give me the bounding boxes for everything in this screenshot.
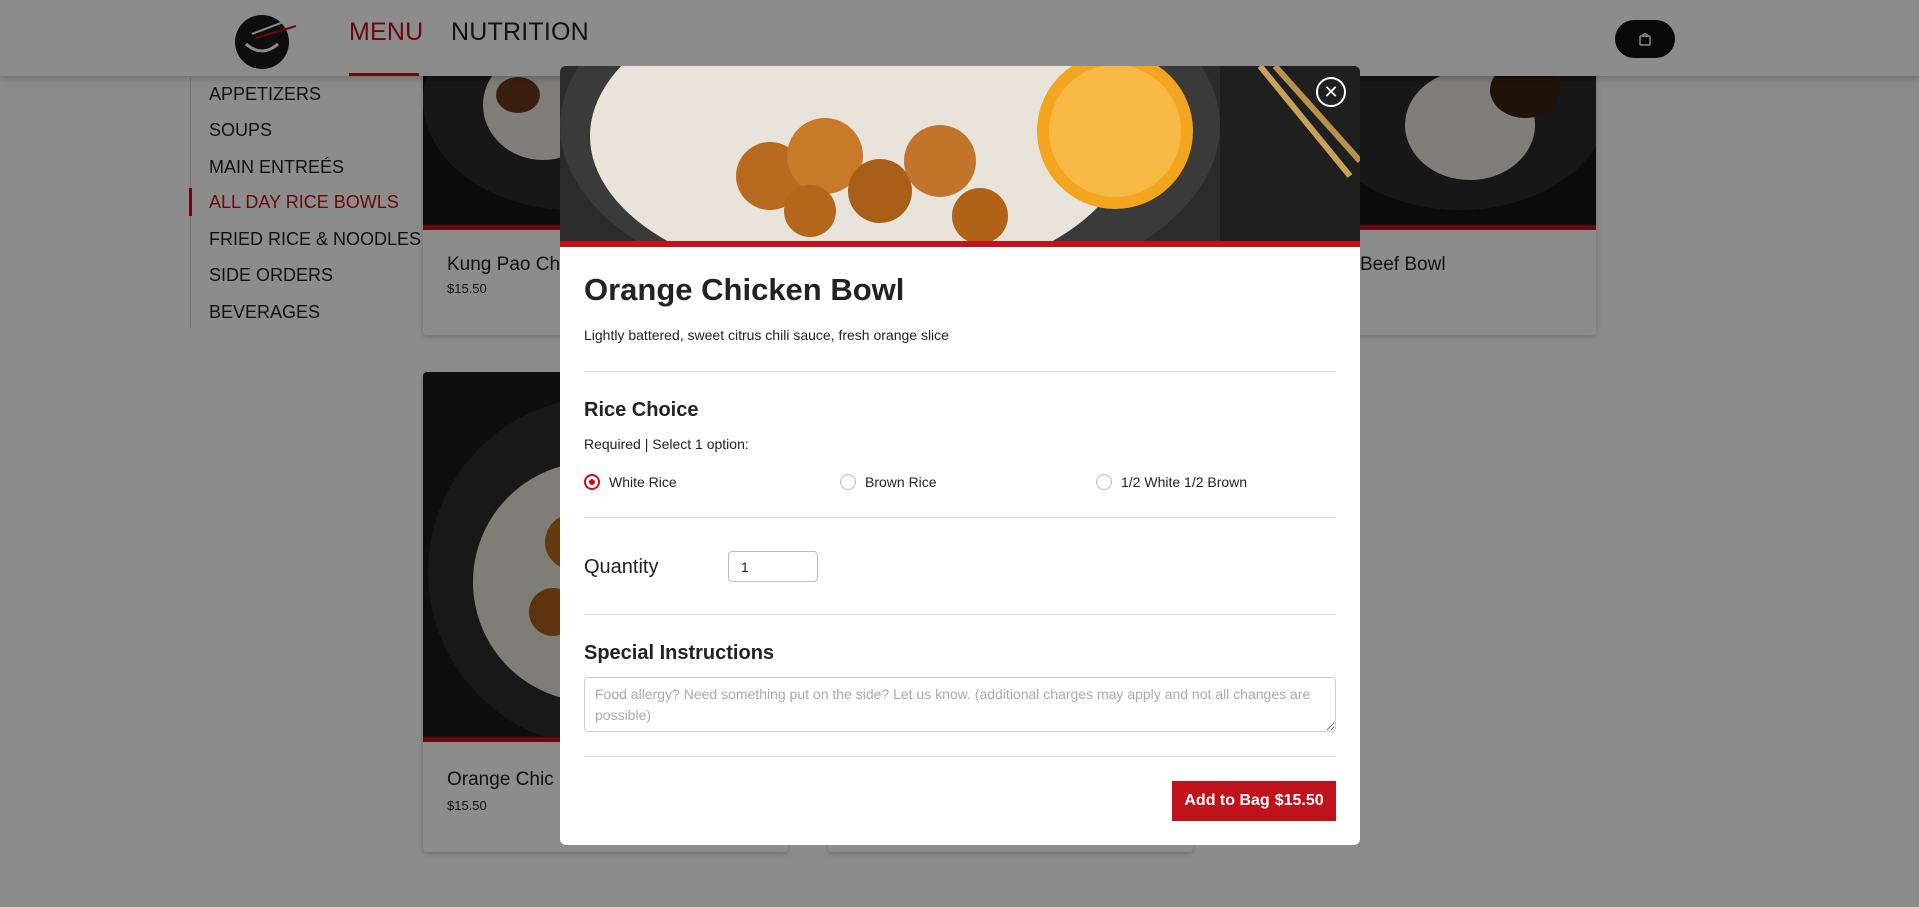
rice-choice-title: Rice Choice xyxy=(584,399,699,421)
add-to-bag-price: $15.50 xyxy=(1274,792,1324,809)
divider xyxy=(584,517,1336,518)
item-detail-modal: ✕ Orange Chicken Bowl Lightly battered, … xyxy=(560,66,1360,845)
hero-accent-line xyxy=(560,241,1360,247)
radio-label: 1/2 White 1/2 Brown xyxy=(1121,474,1248,490)
quantity-input[interactable] xyxy=(728,551,818,582)
radio-button[interactable] xyxy=(840,474,856,490)
radio-half-half-rice[interactable]: 1/2 White 1/2 Brown xyxy=(1096,474,1247,490)
close-button[interactable]: ✕ xyxy=(1316,77,1346,107)
divider xyxy=(584,614,1336,615)
add-to-bag-button[interactable]: Add to Bag $15.50 xyxy=(1172,781,1336,821)
radio-label: White Rice xyxy=(609,474,677,490)
item-description: Lightly battered, sweet citrus chili sau… xyxy=(584,327,949,343)
item-title: Orange Chicken Bowl xyxy=(584,272,905,307)
special-instructions-field[interactable] xyxy=(584,677,1336,732)
special-instructions-title: Special Instructions xyxy=(584,642,775,664)
radio-brown-rice[interactable]: Brown Rice xyxy=(840,474,937,490)
divider xyxy=(584,756,1336,757)
radio-button[interactable] xyxy=(584,474,600,490)
divider xyxy=(584,371,1336,372)
radio-white-rice[interactable]: White Rice xyxy=(584,474,677,490)
rice-requirement-note: Required | Select 1 option: xyxy=(584,436,749,452)
add-to-bag-label: Add to Bag xyxy=(1184,792,1270,809)
close-icon: ✕ xyxy=(1323,82,1339,102)
radio-button[interactable] xyxy=(1096,474,1112,490)
radio-label: Brown Rice xyxy=(865,474,937,490)
quantity-label: Quantity xyxy=(584,556,659,578)
modal-food-image xyxy=(560,66,1360,241)
